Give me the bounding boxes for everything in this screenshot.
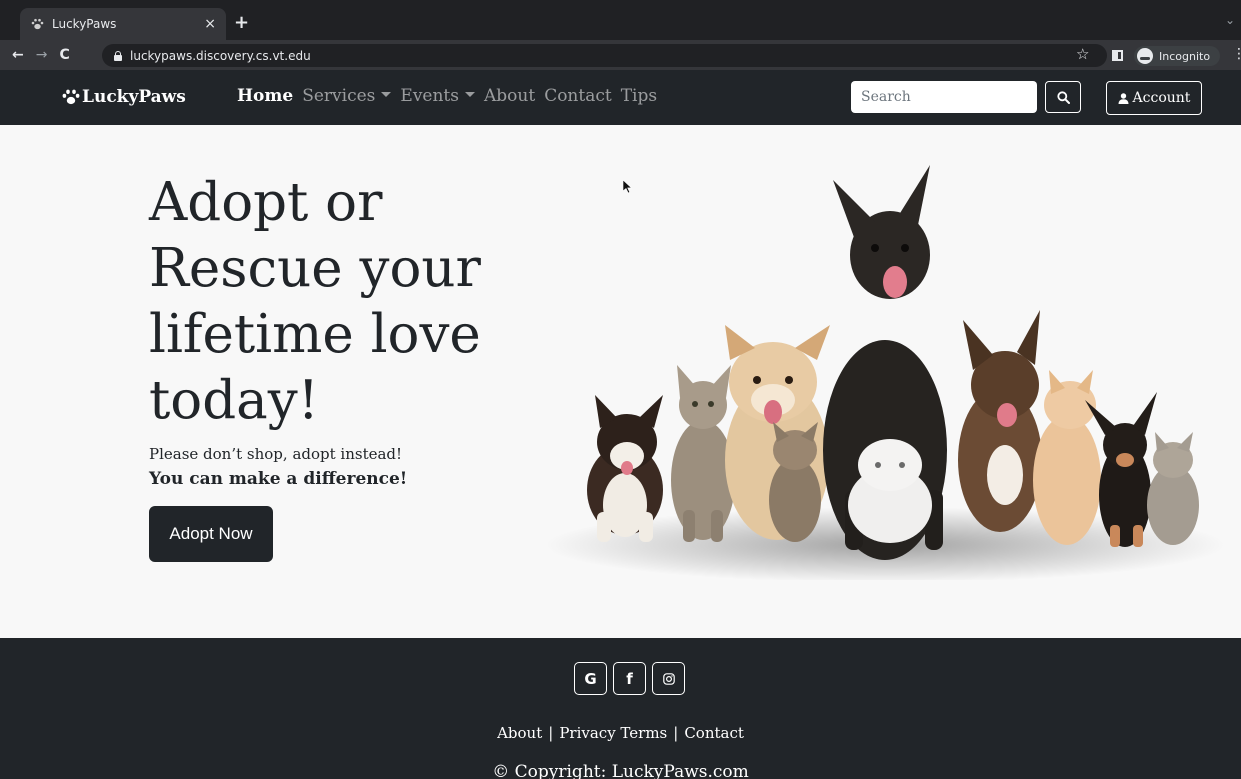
nav-services-dropdown[interactable]: Services xyxy=(302,86,392,106)
site-footer: G f About | Privacy Terms | Contact © Copyri… xyxy=(0,638,1241,779)
incognito-icon xyxy=(1137,48,1153,64)
facebook-icon[interactable]: f xyxy=(613,662,646,695)
tab-close-icon[interactable]: × xyxy=(204,16,216,32)
pets-group-image xyxy=(545,165,1225,580)
site-navbar: LuckyPaws Home Services Events About Con… xyxy=(0,70,1241,125)
caret-down-icon xyxy=(465,92,475,97)
brand-logo[interactable]: LuckyPaws xyxy=(62,87,186,107)
nav-links: Home Services Events About Contact Tips xyxy=(237,86,666,106)
user-icon xyxy=(1118,92,1129,104)
browser-tab[interactable]: LuckyPaws × xyxy=(20,8,226,40)
back-arrow-icon[interactable]: ← xyxy=(12,47,24,63)
paw-icon xyxy=(30,17,44,31)
lock-icon xyxy=(114,51,122,61)
account-label: Account xyxy=(1132,90,1191,106)
new-tab-button[interactable]: + xyxy=(234,12,249,33)
google-icon[interactable]: G xyxy=(574,662,607,695)
tab-title: LuckyPaws xyxy=(52,17,117,31)
caret-down-icon xyxy=(381,92,392,97)
footer-link-privacy[interactable]: Privacy Terms xyxy=(559,724,667,742)
nav-events-label: Events xyxy=(400,86,459,106)
footer-links: About | Privacy Terms | Contact xyxy=(0,724,1241,742)
side-panel-icon[interactable] xyxy=(1112,50,1123,61)
forward-arrow-icon[interactable]: → xyxy=(36,47,48,63)
browser-menu-icon[interactable]: ⋮ xyxy=(1232,46,1241,62)
paw-icon xyxy=(62,89,80,105)
footer-link-about[interactable]: About xyxy=(497,724,542,742)
instagram-icon[interactable] xyxy=(652,662,685,695)
mouse-cursor-icon xyxy=(623,180,633,194)
address-bar[interactable]: luckypaws.discovery.cs.vt.edu xyxy=(102,44,1107,67)
account-button[interactable]: Account xyxy=(1106,81,1202,115)
bookmark-star-icon[interactable]: ☆ xyxy=(1076,45,1089,63)
footer-separator: | xyxy=(548,724,554,742)
hero-section: Adopt or Rescue your lifetime love today… xyxy=(0,125,1241,638)
hero-title: Adopt or Rescue your lifetime love today… xyxy=(149,172,481,431)
nav-about[interactable]: About xyxy=(484,86,535,106)
hero-subtitle: Please don’t shop, adopt instead! xyxy=(149,445,403,463)
reload-icon[interactable]: C xyxy=(59,47,69,63)
browser-tab-strip: LuckyPaws × + ⌄ xyxy=(0,0,1241,40)
footer-separator: | xyxy=(673,724,679,742)
footer-link-contact[interactable]: Contact xyxy=(684,724,744,742)
hero-tagline: You can make a difference! xyxy=(149,469,408,489)
nav-events-dropdown[interactable]: Events xyxy=(400,86,475,106)
search-input[interactable] xyxy=(851,81,1037,113)
brand-name: LuckyPaws xyxy=(82,87,186,107)
nav-services-label: Services xyxy=(302,86,376,106)
nav-home[interactable]: Home xyxy=(237,86,293,106)
nav-tips[interactable]: Tips xyxy=(621,86,657,106)
copyright-text: © Copyright: LuckyPaws.com xyxy=(492,762,749,779)
adopt-now-button[interactable]: Adopt Now xyxy=(149,506,273,562)
tab-search-chevron-icon[interactable]: ⌄ xyxy=(1225,13,1235,27)
social-links: G f xyxy=(574,662,691,695)
search-button[interactable] xyxy=(1045,81,1081,113)
incognito-indicator[interactable]: Incognito xyxy=(1134,46,1220,66)
search-icon xyxy=(1056,90,1070,104)
nav-contact[interactable]: Contact xyxy=(544,86,612,106)
url-text: luckypaws.discovery.cs.vt.edu xyxy=(130,48,311,63)
incognito-label: Incognito xyxy=(1159,49,1211,63)
